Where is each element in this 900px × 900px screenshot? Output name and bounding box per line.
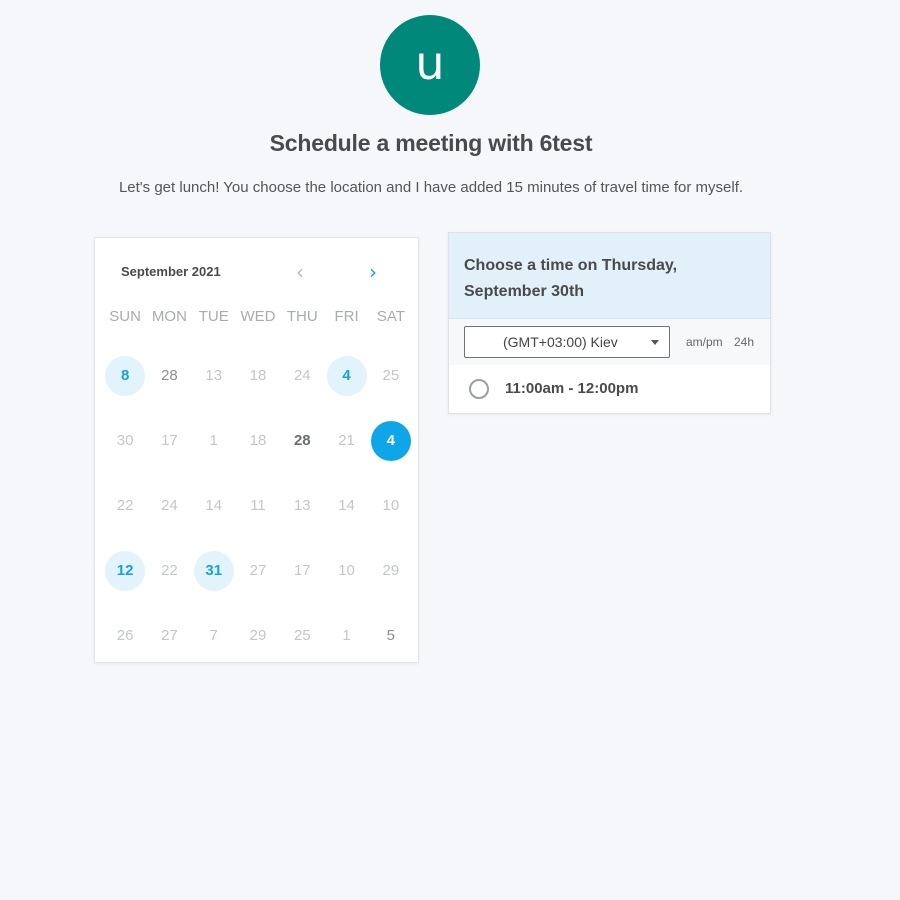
calendar-day-label: 1: [342, 626, 351, 644]
calendar-day-label: 10: [338, 561, 355, 579]
chevron-right-icon[interactable]: ›: [361, 260, 385, 284]
weekday-label: MON: [151, 308, 187, 325]
calendar-day: 30: [103, 408, 147, 473]
calendar-day: 17: [280, 538, 324, 603]
calendar-day-label: 18: [249, 431, 267, 449]
calendar-month-label: September 2021: [121, 264, 221, 279]
calendar-day[interactable]: 12: [103, 538, 147, 603]
calendar-day-label: 24: [161, 496, 178, 514]
calendar-day-label: 29: [382, 561, 400, 579]
calendar-day[interactable]: 4: [324, 343, 368, 408]
weekday-label: THU: [286, 308, 318, 325]
calendar-day: 21: [324, 408, 368, 473]
timezone-row: (GMT+03:00) Kiev am/pm 24h: [449, 319, 770, 365]
calendar-day-label: 24: [293, 366, 311, 384]
calendar-day[interactable]: 31: [192, 538, 236, 603]
radio-button[interactable]: [469, 379, 489, 399]
calendar-day-label: 28: [161, 366, 178, 384]
chevron-left-icon[interactable]: ‹: [288, 260, 312, 284]
calendar-day: 24: [280, 343, 324, 408]
calendar-day-label: 25: [293, 626, 311, 644]
calendar-day-label: 26: [116, 626, 134, 644]
calendar-day-label: 1: [209, 431, 218, 449]
calendar-day-label: 13: [205, 366, 223, 384]
weekday-label: SAT: [376, 308, 405, 325]
format-24h-toggle[interactable]: 24h: [734, 335, 754, 349]
time-slot-label: 11:00am - 12:00pm: [505, 380, 639, 397]
calendar-day-label: 8: [105, 355, 146, 396]
calendar-day-label: 21: [338, 431, 355, 449]
weekday-header: SUN MON TUE WED THU FRI SAT: [103, 308, 413, 325]
calendar-day: 11: [236, 473, 280, 538]
calendar-day: 1: [324, 603, 368, 668]
weekday-label: WED: [240, 308, 276, 325]
time-panel-title: Choose a time on Thursday, September 30t…: [464, 257, 678, 300]
calendar-day-label: 14: [338, 496, 355, 514]
calendar-day: 17: [147, 408, 191, 473]
calendar-day-label: 27: [161, 626, 178, 644]
calendar-day: 29: [236, 603, 280, 668]
caret-down-icon: [651, 340, 659, 345]
calendar-day-label: 4: [326, 355, 367, 396]
calendar-day: 10: [369, 473, 413, 538]
calendar-day: 29: [369, 538, 413, 603]
calendar-day-label: 27: [249, 561, 267, 579]
calendar-day: 14: [324, 473, 368, 538]
calendar-day: 22: [147, 538, 191, 603]
calendar-day-label: 18: [249, 366, 267, 384]
calendar-day: 14: [192, 473, 236, 538]
calendar-day-label: 11: [250, 496, 266, 514]
calendar-day-label: 7: [209, 626, 218, 644]
calendar-day-label: 5: [386, 626, 396, 644]
calendar: September 2021 ‹ › SUN MON TUE WED THU F…: [94, 237, 419, 663]
calendar-day: 22: [103, 473, 147, 538]
calendar-day-label: 31: [193, 550, 234, 591]
calendar-day: 25: [280, 603, 324, 668]
calendar-day-label: 30: [116, 431, 134, 449]
calendar-day-label: 22: [116, 496, 134, 514]
time-slot[interactable]: 11:00am - 12:00pm: [449, 365, 770, 413]
calendar-day: 18: [236, 408, 280, 473]
calendar-day: 5: [369, 603, 413, 668]
calendar-day: 28: [147, 343, 191, 408]
calendar-day: 26: [103, 603, 147, 668]
calendar-day-label: 12: [105, 550, 146, 591]
calendar-day: 13: [280, 473, 324, 538]
calendar-day-label: 14: [205, 496, 223, 514]
calendar-day-label: 10: [382, 496, 400, 514]
calendar-day: 13: [192, 343, 236, 408]
calendar-days-grid: 8 28 13 18 24 4 25 30 17 1 18 28 21 4 22 24 14 11 13 14 10 12…: [103, 343, 413, 668]
weekday-label: FRI: [334, 308, 359, 325]
calendar-day: 24: [147, 473, 191, 538]
calendar-day-label: 4: [370, 420, 411, 461]
calendar-day: 28: [280, 408, 324, 473]
calendar-day-label: 25: [382, 366, 400, 384]
calendar-day-label: 22: [161, 561, 178, 579]
weekday-label: SUN: [109, 308, 141, 325]
weekday-label: TUE: [198, 308, 229, 325]
time-panel: Choose a time on Thursday, September 30t…: [448, 232, 771, 414]
timezone-value: (GMT+03:00) Kiev: [503, 334, 618, 350]
page-title: Schedule a meeting with 6test: [269, 130, 593, 156]
calendar-day: 7: [192, 603, 236, 668]
calendar-day[interactable]: 8: [103, 343, 147, 408]
calendar-day-label: 29: [249, 626, 267, 644]
calendar-day: 10: [324, 538, 368, 603]
calendar-day: 18: [236, 343, 280, 408]
calendar-day-label: 17: [161, 431, 178, 449]
calendar-day: 27: [236, 538, 280, 603]
calendar-day-label: 13: [293, 496, 311, 514]
calendar-day[interactable]: 4: [369, 408, 413, 473]
calendar-day-label: 28: [293, 431, 311, 449]
timezone-select[interactable]: (GMT+03:00) Kiev: [464, 326, 670, 358]
page-description: Let's get lunch! You choose the location…: [118, 179, 744, 196]
time-panel-header: Choose a time on Thursday, September 30t…: [449, 233, 770, 319]
avatar: u: [380, 15, 480, 115]
format-ampm-toggle[interactable]: am/pm: [686, 335, 723, 349]
calendar-day: 25: [369, 343, 413, 408]
calendar-day-label: 17: [293, 561, 311, 579]
calendar-day: 27: [147, 603, 191, 668]
calendar-day: 1: [192, 408, 236, 473]
